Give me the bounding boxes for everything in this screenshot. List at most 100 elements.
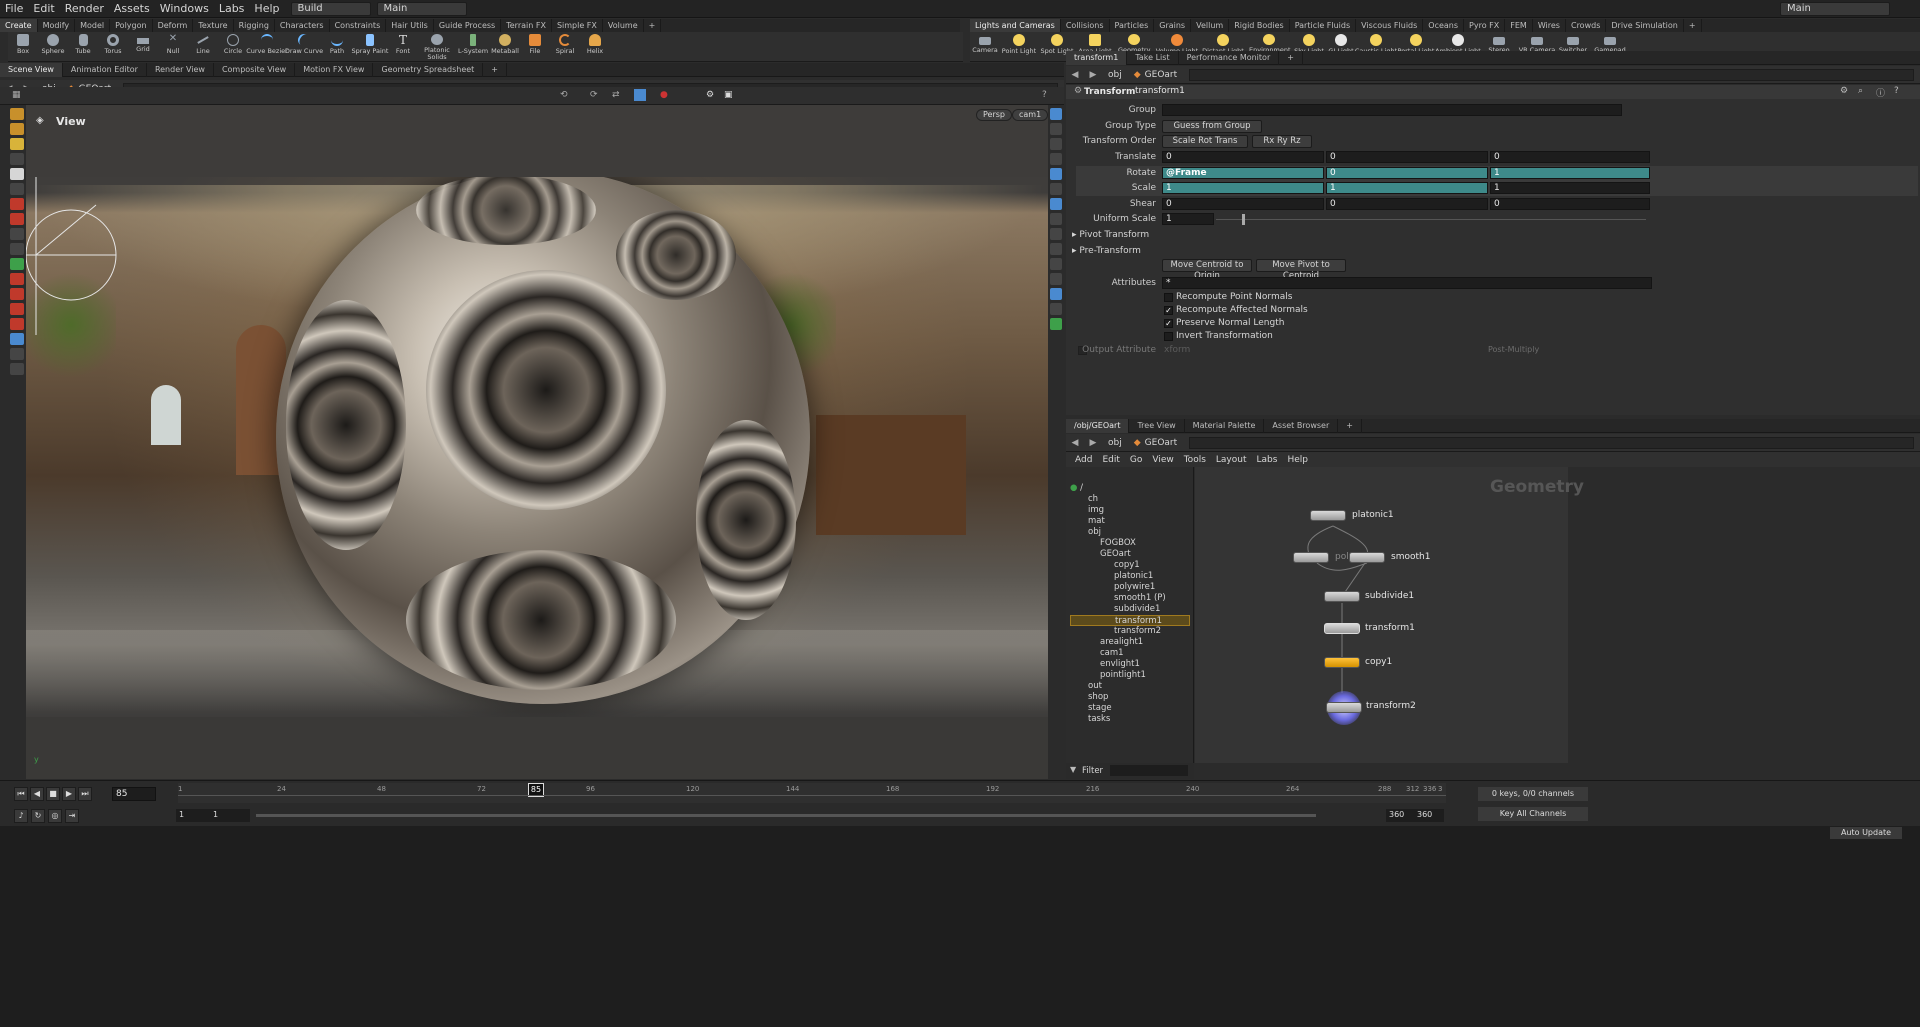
brush-tool-icon[interactable]	[10, 258, 24, 270]
tool-camera[interactable]: Camera	[970, 32, 1000, 61]
record-icon[interactable]: ●	[660, 90, 668, 100]
grid-toggle-icon[interactable]	[1050, 273, 1062, 285]
loop-icon[interactable]: ↻	[31, 809, 45, 823]
menu-help[interactable]: Help	[249, 2, 284, 15]
points-icon[interactable]	[1050, 213, 1062, 225]
tree-item[interactable]: platonic1	[1070, 571, 1190, 582]
shelf-tab[interactable]: Terrain FX	[501, 19, 552, 32]
pivot-transform-folder[interactable]: ▸ Pivot Transform	[1072, 230, 1149, 240]
tree-item[interactable]: pointlight1	[1070, 670, 1190, 681]
menu-assets[interactable]: Assets	[109, 2, 155, 15]
add-tab-icon[interactable]: +	[1338, 418, 1362, 433]
realtime-icon[interactable]: ◎	[48, 809, 62, 823]
shelf-tab[interactable]: Characters	[275, 19, 330, 32]
shelf-tab[interactable]: Simple FX	[552, 19, 603, 32]
select-tool-icon[interactable]	[10, 108, 24, 120]
add-shelf-tab-icon[interactable]: +	[1684, 19, 1702, 32]
tool-circle[interactable]: Circle	[218, 32, 248, 61]
desktop-dropdown[interactable]: Build	[290, 1, 371, 16]
shelf-tab[interactable]: Hair Utils	[386, 19, 434, 32]
shear-x-field[interactable]: 0	[1162, 198, 1324, 210]
tree-item[interactable]: polywire1	[1070, 582, 1190, 593]
end-frame-field[interactable]: 360	[1414, 809, 1444, 822]
normals-icon[interactable]	[1050, 228, 1062, 240]
node-copy1[interactable]	[1324, 657, 1360, 668]
tree-item[interactable]: img	[1070, 505, 1190, 516]
tab-render-view[interactable]: Render View	[147, 62, 214, 77]
tool-spiral[interactable]: Spiral	[550, 32, 580, 61]
node-name-field[interactable]: transform1	[1132, 86, 1512, 98]
menu-edit[interactable]: Edit	[28, 2, 59, 15]
tool-tube[interactable]: Tube	[68, 32, 98, 61]
transform-tool-icon[interactable]	[10, 228, 24, 240]
add-tab-icon[interactable]: +	[483, 62, 507, 77]
tool-line[interactable]: Line	[188, 32, 218, 61]
tool-path[interactable]: Path	[322, 32, 352, 61]
shelf-tab[interactable]: Model	[75, 19, 111, 32]
tree-item[interactable]: out	[1070, 681, 1190, 692]
shelf-tab[interactable]: Wires	[1533, 19, 1566, 32]
uniform-scale-slider[interactable]	[1216, 219, 1646, 220]
node-transform1[interactable]	[1324, 623, 1360, 634]
recompute-point-normals-checkbox[interactable]	[1164, 293, 1173, 302]
tab-transform1[interactable]: transform1	[1066, 50, 1128, 65]
tree-item[interactable]: stage	[1070, 703, 1190, 714]
render-region-icon[interactable]	[10, 303, 24, 315]
shelf-tab[interactable]: Collisions	[1061, 19, 1110, 32]
shelf-tab[interactable]: Volume	[603, 19, 644, 32]
timeline-bar[interactable]: 1 24 48 72 96 120 144 168 192 216 240 26…	[178, 783, 1446, 803]
rotate-x-field[interactable]: @Frame	[1162, 167, 1324, 179]
end-range-field[interactable]: 360	[1386, 809, 1414, 822]
tree-item[interactable]: tasks	[1070, 714, 1190, 725]
pose-tool-icon[interactable]	[10, 243, 24, 255]
shelf-tab[interactable]: Deform	[153, 19, 194, 32]
handle-icon[interactable]: ⇄	[612, 90, 620, 100]
back-arrow-icon[interactable]: ◀	[1068, 69, 1082, 81]
back-arrow-icon[interactable]: ◀	[1068, 437, 1082, 449]
add-shelf-tab-icon[interactable]: +	[644, 19, 662, 32]
gear-icon[interactable]: ⚙	[1840, 86, 1848, 96]
tab-material-palette[interactable]: Material Palette	[1185, 418, 1265, 433]
menu-view[interactable]: View	[1147, 455, 1178, 465]
tool-point-light[interactable]: Point Light	[1000, 32, 1038, 61]
display-icon[interactable]	[1050, 108, 1062, 120]
edit-tool-icon[interactable]	[10, 288, 24, 300]
shelf-tab[interactable]: Drive Simulation	[1606, 19, 1684, 32]
camera-lock-icon[interactable]	[1050, 138, 1062, 150]
tool-grid[interactable]: Grid	[128, 32, 158, 61]
node-polywire1[interactable]	[1293, 552, 1329, 563]
help-icon[interactable]: ?	[1042, 90, 1047, 100]
tool-null[interactable]: ✕ Null	[158, 32, 188, 61]
tool-lsystem[interactable]: L-System	[456, 32, 490, 61]
shelf-tab[interactable]: Create	[0, 19, 38, 32]
tree-item-selected[interactable]: transform1	[1070, 615, 1190, 626]
menu-add[interactable]: Add	[1070, 455, 1097, 465]
pin-icon[interactable]: ⟳	[590, 90, 598, 100]
light-tool-icon[interactable]	[10, 348, 24, 360]
rotate-y-field[interactable]: 0	[1326, 167, 1488, 179]
tool-sphere[interactable]: Sphere	[38, 32, 68, 61]
shelf-tab[interactable]: Polygon	[110, 19, 153, 32]
group-field[interactable]	[1162, 104, 1622, 116]
first-frame-icon[interactable]: ⏮	[14, 787, 28, 801]
rotate-tool-icon[interactable]	[10, 198, 24, 210]
group-type-dropdown[interactable]: Guess from Group	[1162, 120, 1262, 133]
tree-item[interactable]: cam1	[1070, 648, 1190, 659]
range-icon[interactable]: ⇥	[65, 809, 79, 823]
invert-transformation-checkbox[interactable]	[1164, 332, 1173, 341]
transform-order-dropdown[interactable]: Scale Rot Trans	[1162, 135, 1248, 148]
tree-item[interactable]: transform2	[1070, 626, 1190, 637]
tree-item[interactable]: smooth1 (P)	[1070, 593, 1190, 604]
tree-item[interactable]: arealight1	[1070, 637, 1190, 648]
tool-metaball[interactable]: Metaball	[490, 32, 520, 61]
menu-labs[interactable]: Labs	[1252, 455, 1283, 465]
stop-icon[interactable]: ■	[46, 787, 60, 801]
preserve-normal-length-checkbox[interactable]: ✓	[1164, 319, 1173, 328]
wireframe-icon[interactable]	[1050, 183, 1062, 195]
menu-tools[interactable]: Tools	[1179, 455, 1211, 465]
path-node[interactable]: ◆GEOart	[1128, 438, 1183, 448]
shelf-tab[interactable]: Oceans	[1423, 19, 1465, 32]
right-context-dropdown[interactable]: Main	[1780, 1, 1890, 16]
filter-field[interactable]	[1110, 765, 1188, 776]
shelf-tab[interactable]: Crowds	[1566, 19, 1607, 32]
